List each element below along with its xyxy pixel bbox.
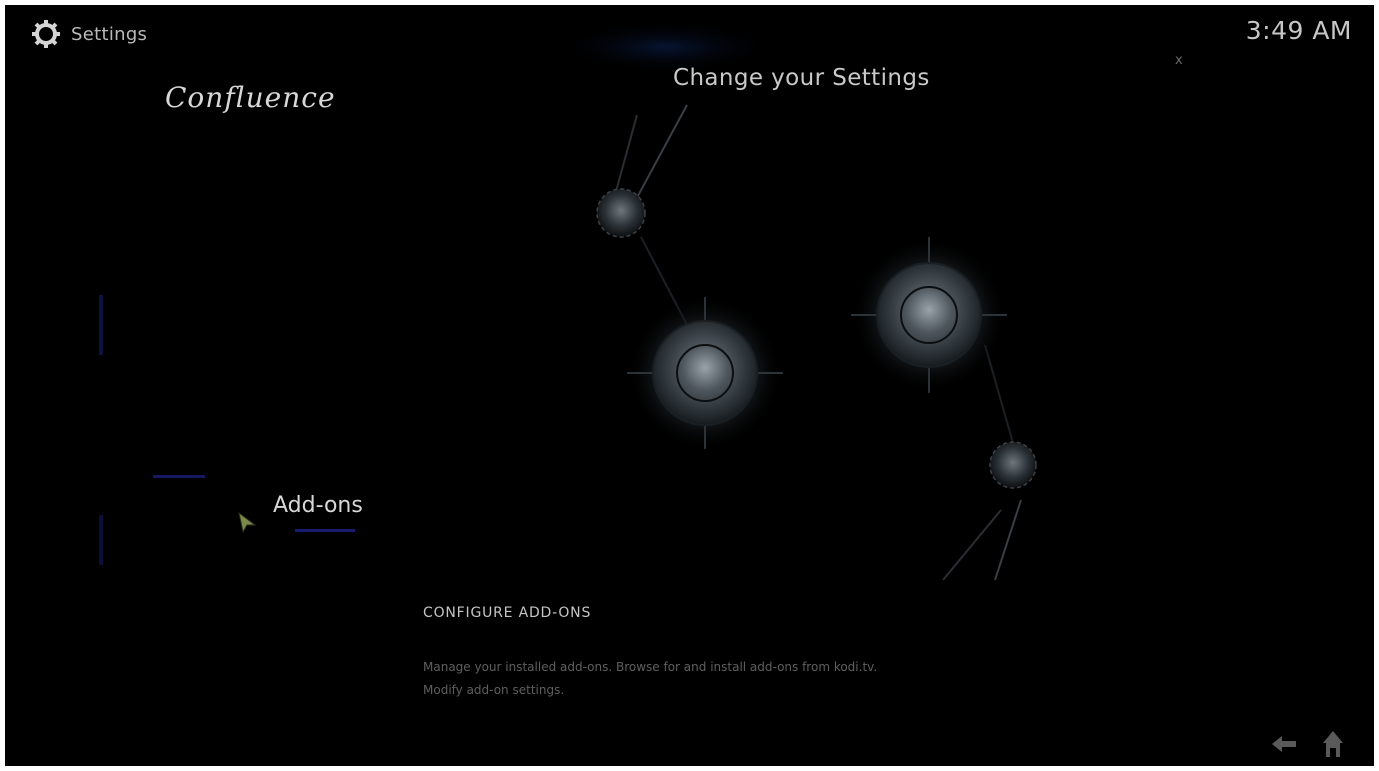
back-arrow-icon[interactable] <box>1270 733 1298 755</box>
header-section: Settings <box>31 19 147 49</box>
light-streak <box>942 509 1002 581</box>
menu-item-add-ons[interactable]: Add-ons <box>273 493 363 518</box>
page-title: Change your Settings <box>673 65 930 91</box>
background-artwork <box>99 21 1037 581</box>
light-streak <box>614 114 638 196</box>
orb-large <box>876 262 982 368</box>
orb-small <box>989 441 1037 489</box>
footer-nav <box>1270 729 1344 759</box>
orb-small <box>596 188 646 238</box>
clock: 3:49 AM <box>1245 16 1352 45</box>
menu-highlight-line <box>295 529 355 532</box>
menu-streak <box>99 295 103 355</box>
menu-streak <box>99 515 103 565</box>
menu-highlight-line <box>153 475 205 478</box>
description-line: Modify add-on settings. <box>423 683 565 697</box>
description-body: Manage your installed add-ons. Browse fo… <box>423 656 1123 702</box>
description-title: CONFIGURE ADD-ONS <box>423 605 592 621</box>
orb-large <box>652 320 758 426</box>
mouse-pointer-icon <box>238 511 257 533</box>
close-icon[interactable]: x <box>1175 53 1183 68</box>
light-streak <box>632 104 688 206</box>
home-icon[interactable] <box>1322 729 1344 759</box>
skin-logo: Confluence <box>165 81 336 114</box>
gear-icon <box>32 20 60 48</box>
section-title: Settings <box>71 23 148 45</box>
kodi-screen: Settings 3:49 AM x Confluence Change you… <box>5 5 1374 766</box>
description-line: Manage your installed add-ons. Browse fo… <box>423 660 878 674</box>
